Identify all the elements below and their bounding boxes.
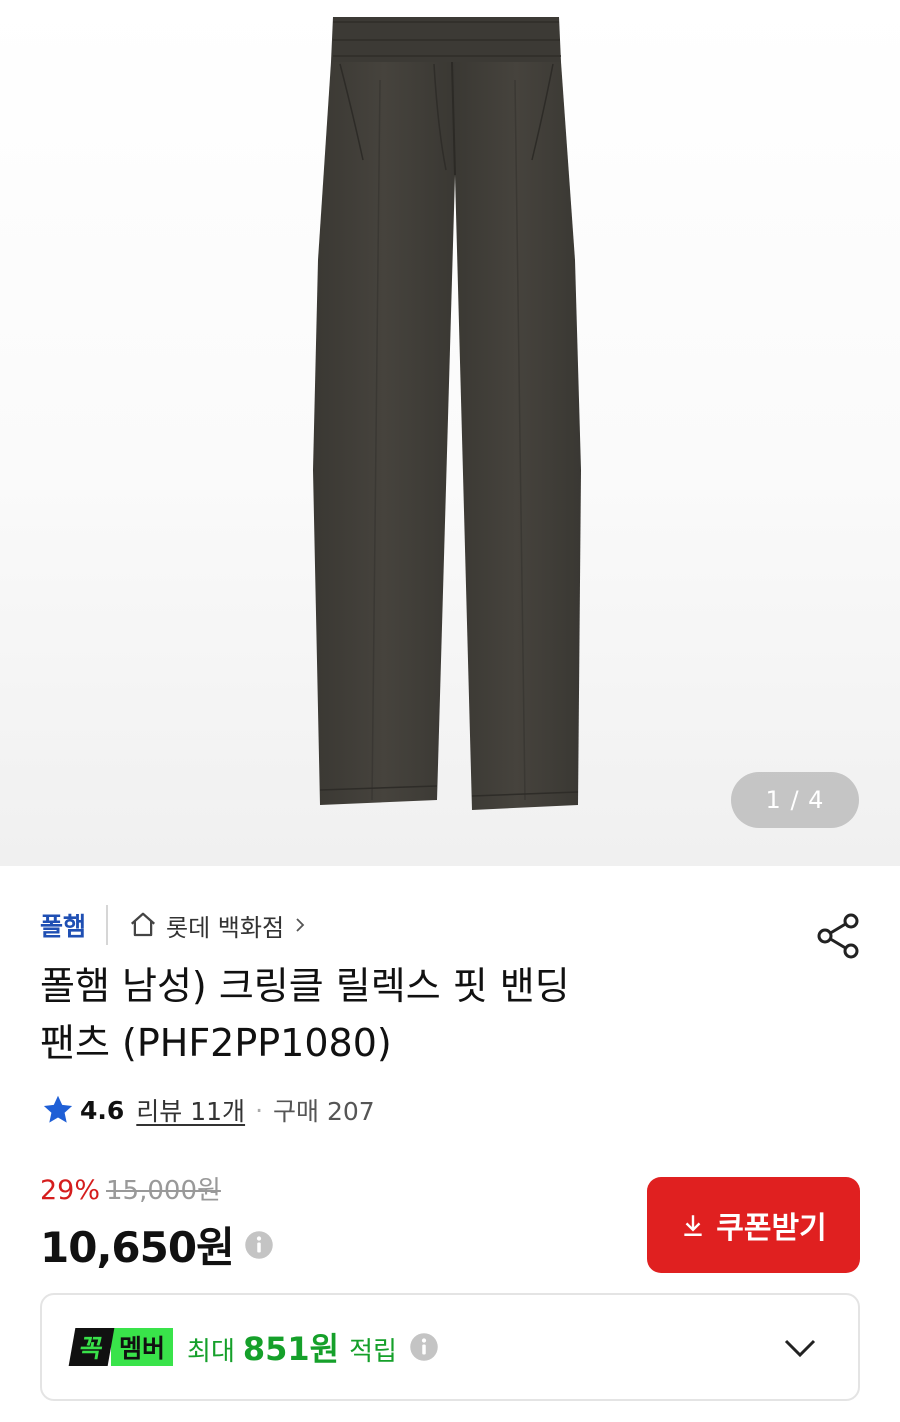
store-name: 롯데 백화점 bbox=[166, 913, 285, 942]
original-price: 15,000원 bbox=[106, 1176, 221, 1206]
star-icon bbox=[43, 1095, 73, 1123]
home-icon bbox=[131, 912, 156, 937]
brand-link[interactable]: 폴햄 bbox=[40, 907, 86, 943]
points-amount: 851원 bbox=[242, 1330, 340, 1368]
membership-badge: 꼭 멤버 bbox=[68, 1328, 174, 1366]
info-icon[interactable] bbox=[409, 1332, 439, 1362]
product-title-line-2: 팬츠 (PHF2PP1080) bbox=[40, 1021, 392, 1065]
divider bbox=[106, 905, 109, 945]
current-price: 10,650원 bbox=[40, 1223, 235, 1272]
product-image-gallery[interactable]: 1 / 4 bbox=[0, 0, 900, 866]
points-suffix: 적립 bbox=[349, 1337, 397, 1367]
image-counter: 1 / 4 bbox=[731, 772, 859, 828]
reviews-link[interactable]: 리뷰 11개 bbox=[136, 1092, 245, 1128]
chevron-down-icon[interactable] bbox=[782, 1333, 818, 1363]
purchase-count: 구매 207 bbox=[273, 1097, 375, 1126]
rating-score: 4.6 bbox=[80, 1095, 125, 1125]
store-link[interactable]: 롯데 백화점 bbox=[128, 908, 308, 943]
download-icon bbox=[684, 1215, 702, 1236]
discount-rate: 29% bbox=[40, 1175, 101, 1206]
membership-badge-a: 꼭 bbox=[68, 1328, 115, 1366]
membership-points-box[interactable]: 꼭 멤버 최대 851원 적립 bbox=[40, 1293, 860, 1401]
product-title-line-1: 폴햄 남성) 크링클 릴렉스 핏 밴딩 bbox=[40, 964, 570, 1008]
product-title: 폴햄 남성) 크링클 릴렉스 핏 밴딩 팬츠 (PHF2PP1080) bbox=[40, 958, 800, 1072]
brand-row: 폴햄 롯데 백화점 bbox=[40, 902, 308, 948]
coupon-download-button[interactable]: 쿠폰받기 bbox=[647, 1177, 860, 1273]
points-text: 최대 851원 적립 bbox=[187, 1324, 397, 1370]
info-icon[interactable] bbox=[244, 1230, 274, 1260]
chevron-right-icon bbox=[296, 918, 305, 932]
share-icon[interactable] bbox=[812, 910, 864, 962]
membership-badge-b: 멤버 bbox=[111, 1328, 174, 1366]
rating-row: 4.6 리뷰 11개 · 구매 207 bbox=[40, 1092, 375, 1128]
points-prefix: 최대 bbox=[187, 1337, 235, 1367]
discount-row: 29% 15,000원 bbox=[40, 1170, 221, 1207]
separator-dot: · bbox=[255, 1095, 264, 1125]
product-image[interactable] bbox=[0, 0, 900, 866]
coupon-label: 쿠폰받기 bbox=[716, 1211, 827, 1246]
price-row: 10,650원 bbox=[40, 1214, 274, 1275]
